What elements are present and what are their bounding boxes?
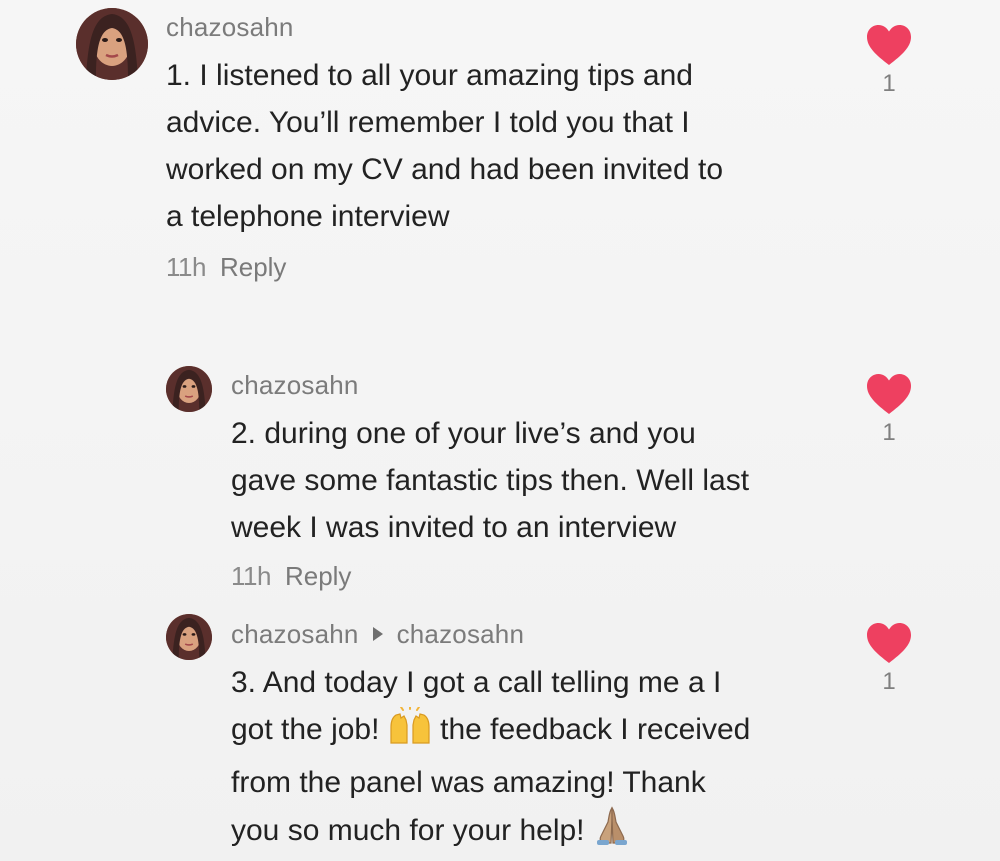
heart-icon — [867, 25, 911, 65]
comments-screen: chazosahn 1. I listened to all your amaz… — [0, 0, 1000, 861]
avatar[interactable] — [166, 614, 212, 660]
comment-text-line: 3. And today I got a call telling me a I — [231, 666, 722, 699]
reply-button[interactable]: Reply — [285, 561, 351, 591]
like-button[interactable]: 1 — [864, 373, 914, 447]
reply-to-username[interactable]: chazosahn — [397, 619, 525, 649]
like-button[interactable]: 1 — [864, 24, 914, 98]
comment-meta: 11h Reply — [166, 252, 286, 283]
comment-username[interactable]: chazosahn — [231, 619, 359, 649]
comment-username[interactable]: chazosahn — [231, 370, 359, 401]
comment-text-segment: got the job! — [231, 713, 380, 746]
comment-text-line: 1. I listened to all your amazing tips a… — [166, 59, 693, 92]
user-avatar-icon — [76, 8, 148, 80]
comment-text-line: worked on my CV and had been invited to — [166, 153, 724, 186]
comment-text-segment: you so much for your help! — [231, 814, 585, 847]
comment-text: 3. And today I got a call telling me a I… — [231, 659, 750, 860]
like-count: 1 — [882, 419, 896, 446]
comment-username-row: chazosahn chazosahn — [231, 619, 524, 650]
like-count: 1 — [882, 668, 896, 695]
raising-hands-emoji-icon — [388, 705, 432, 759]
folded-hands-emoji-icon — [593, 806, 631, 860]
comment-text: 1. I listened to all your amazing tips a… — [166, 52, 723, 240]
reply-arrow-icon — [372, 627, 383, 641]
reply-button[interactable]: Reply — [220, 252, 286, 282]
like-count: 1 — [882, 70, 896, 97]
comment-text-line: week I was invited to an interview — [231, 511, 677, 544]
comment-text-line: you so much for your help! — [231, 806, 750, 860]
user-avatar-icon — [166, 366, 212, 412]
heart-icon — [867, 623, 911, 663]
comment-text: 2. during one of your live’s and you gav… — [231, 410, 749, 551]
comment-text-line: a telephone interview — [166, 200, 450, 233]
avatar[interactable] — [76, 8, 148, 80]
comment-text-line: gave some fantastic tips then. Well last — [231, 464, 750, 497]
comment-username[interactable]: chazosahn — [166, 12, 294, 43]
like-button[interactable]: 1 — [864, 622, 914, 696]
comment-text-line: from the panel was amazing! Thank — [231, 766, 706, 799]
comment-timestamp: 11h — [231, 561, 271, 591]
comment-text-line: advice. You’ll remember I told you that … — [166, 106, 690, 139]
comment-text-line: 2. during one of your live’s and you — [231, 417, 696, 450]
comment-meta: 11h Reply — [231, 561, 351, 592]
comment-timestamp: 11h — [166, 252, 206, 282]
comment-text-line: got the job! the feedback I received — [231, 705, 751, 759]
avatar[interactable] — [166, 366, 212, 412]
comment-text-segment: the feedback I received — [440, 713, 751, 746]
heart-icon — [867, 374, 911, 414]
user-avatar-icon — [166, 614, 212, 660]
